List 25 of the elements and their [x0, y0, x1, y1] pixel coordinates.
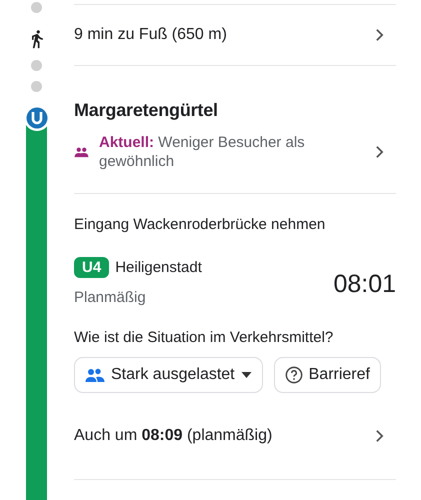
- station-name: Margaretengürtel: [74, 100, 219, 121]
- later-departure: Auch um 08:09 (planmäßig): [74, 427, 272, 445]
- route-dot: [31, 81, 42, 92]
- chevron-right-icon: [375, 145, 384, 159]
- schedule-status: Planmäßig: [74, 289, 147, 306]
- walking-time: 9 min zu Fuß (650 m): [74, 26, 227, 44]
- crowd-status: Aktuell: Weniger Besucher als gewöhnlich: [99, 133, 306, 171]
- walking-directions-row[interactable]: 9 min zu Fuß (650 m): [74, 5, 396, 65]
- crowding-dropdown[interactable]: Stark ausgelastet: [74, 357, 263, 393]
- people-icon: [85, 368, 105, 382]
- entrance-instruction: Eingang Wackenroderbrücke nehmen: [74, 216, 326, 233]
- route-dot: [31, 2, 42, 13]
- chevron-right-icon: [375, 28, 384, 42]
- destination: Heiligenstadt: [115, 259, 202, 276]
- chevron-right-icon: [375, 429, 384, 443]
- line-badge: U4: [74, 257, 110, 278]
- help-icon: [284, 366, 303, 384]
- later-departure-row[interactable]: Auch um 08:09 (planmäßig): [74, 393, 396, 479]
- feedback-question: Wie ist die Situation im Verkehrsmittel?: [74, 329, 334, 346]
- people-icon: [74, 146, 89, 158]
- departure-time: 08:01: [333, 270, 396, 299]
- route-dot: [31, 60, 42, 71]
- dropdown-caret-icon: [240, 372, 252, 378]
- crowd-info-row[interactable]: Aktuell: Weniger Besucher als gewöhnlich: [74, 133, 384, 171]
- accessibility-chip[interactable]: Barrieref: [274, 357, 381, 393]
